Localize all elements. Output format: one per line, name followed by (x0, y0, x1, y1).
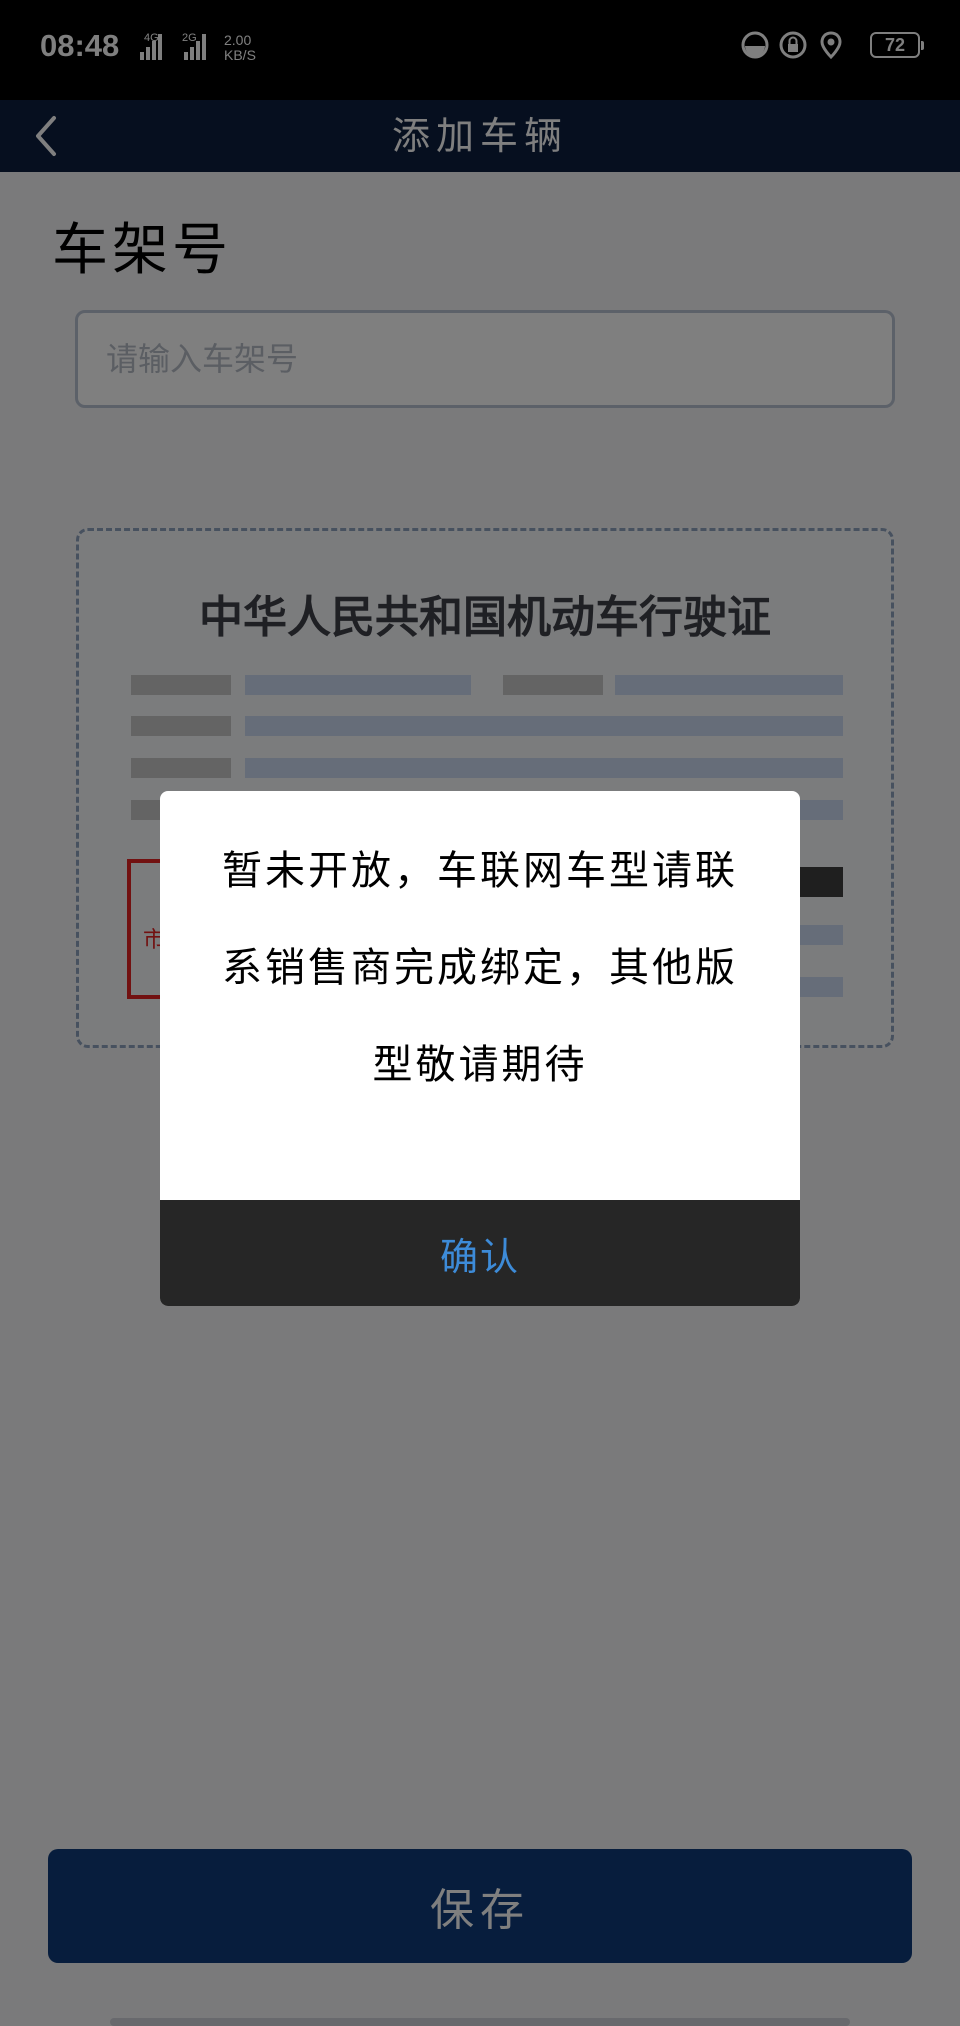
confirm-button[interactable]: 确认 (160, 1200, 800, 1306)
dialog-message: 暂未开放，车联网车型请联系销售商完成绑定，其他版型敬请期待 (222, 848, 738, 1088)
notice-dialog: 暂未开放，车联网车型请联系销售商完成绑定，其他版型敬请期待 确认 (160, 791, 800, 1306)
